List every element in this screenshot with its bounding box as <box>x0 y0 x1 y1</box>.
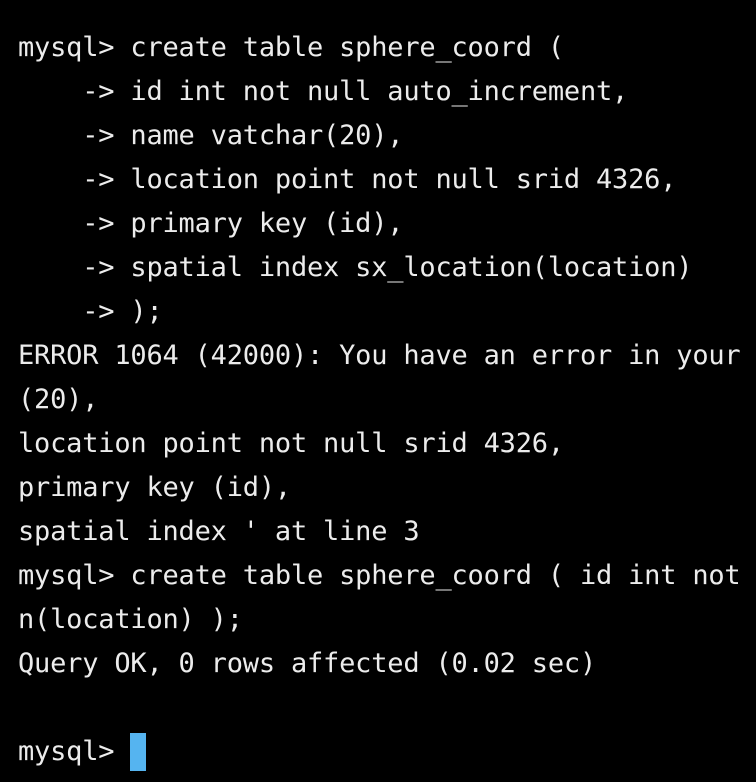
terminal-line: location point not null srid 4326, <box>18 428 564 459</box>
mysql-prompt: mysql> <box>18 736 115 767</box>
error-message-line: ERROR 1064 (42000): You have an error in… <box>18 340 741 371</box>
terminal-line: spatial index ' at line 3 <box>18 516 420 547</box>
query-result-line: Query OK, 0 rows affected (0.02 sec) <box>18 648 596 679</box>
terminal-line: n(location) ); <box>18 604 243 635</box>
terminal-line: -> ); <box>18 296 163 327</box>
terminal-line: mysql> create table sphere_coord ( <box>18 32 564 63</box>
terminal-line: mysql> create table sphere_coord ( id in… <box>18 560 741 591</box>
active-prompt-line[interactable]: mysql> <box>18 730 756 774</box>
terminal-line: (20), <box>18 384 99 415</box>
terminal-line: -> location point not null srid 4326, <box>18 164 677 195</box>
text-cursor[interactable] <box>130 733 147 771</box>
terminal-line: -> primary key (id), <box>18 208 404 239</box>
terminal-line: -> spatial index sx_location(location) <box>18 252 693 283</box>
terminal-line: -> name vatchar(20), <box>18 120 404 151</box>
terminal-line: -> id int not null auto_increment, <box>18 76 629 107</box>
terminal-output: mysql> create table sphere_coord ( -> id… <box>18 26 756 774</box>
terminal-line: primary key (id), <box>18 472 291 503</box>
terminal-window[interactable]: mysql> create table sphere_coord ( -> id… <box>0 0 756 782</box>
